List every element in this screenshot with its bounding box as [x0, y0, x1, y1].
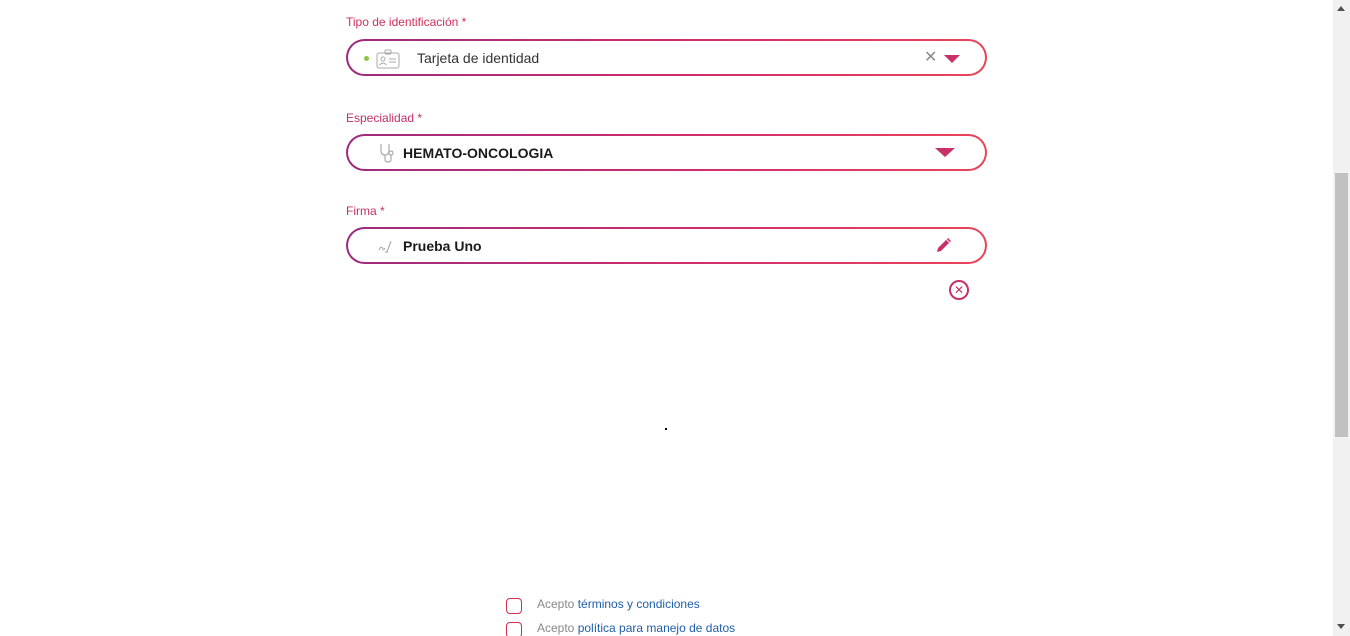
signature-value: Prueba Uno — [403, 238, 482, 254]
remove-signature-button[interactable]: ✕ — [949, 280, 969, 300]
clear-icon[interactable]: ✕ — [924, 47, 937, 67]
id-card-icon — [376, 49, 400, 74]
terms-prefix: Acepto — [537, 597, 575, 611]
id-type-select[interactable]: Tarjeta de identidad ✕ — [346, 39, 987, 76]
signature-field[interactable]: Prueba Uno — [346, 227, 987, 264]
registration-form-page: Tipo de identificación * Tarjeta de iden… — [0, 0, 1350, 636]
signature-label: Firma * — [346, 204, 385, 218]
chevron-down-icon[interactable] — [944, 55, 960, 63]
terms-checkbox[interactable] — [506, 598, 522, 614]
scroll-up-icon[interactable] — [1337, 6, 1345, 11]
scroll-down-icon[interactable] — [1337, 624, 1345, 629]
data-policy-prefix: Acepto — [537, 621, 575, 635]
chevron-down-icon[interactable] — [935, 148, 955, 157]
vertical-scrollbar[interactable] — [1333, 0, 1350, 636]
data-policy-checkbox[interactable] — [506, 622, 522, 636]
status-dot — [364, 56, 369, 61]
data-policy-link[interactable]: política para manejo de datos — [578, 621, 735, 635]
stethoscope-icon — [378, 142, 396, 169]
specialty-value: HEMATO-ONCOLOGIA — [403, 145, 554, 161]
signature-icon — [378, 238, 394, 259]
pencil-icon[interactable] — [934, 235, 954, 260]
scrollbar-thumb[interactable] — [1335, 173, 1348, 437]
signature-canvas[interactable] — [665, 428, 667, 430]
terms-link[interactable]: términos y condiciones — [578, 597, 700, 611]
id-type-value: Tarjeta de identidad — [417, 50, 540, 66]
specialty-select[interactable]: HEMATO-ONCOLOGIA — [346, 134, 987, 171]
id-type-label: Tipo de identificación * — [346, 15, 467, 29]
specialty-label: Especialidad * — [346, 111, 423, 125]
